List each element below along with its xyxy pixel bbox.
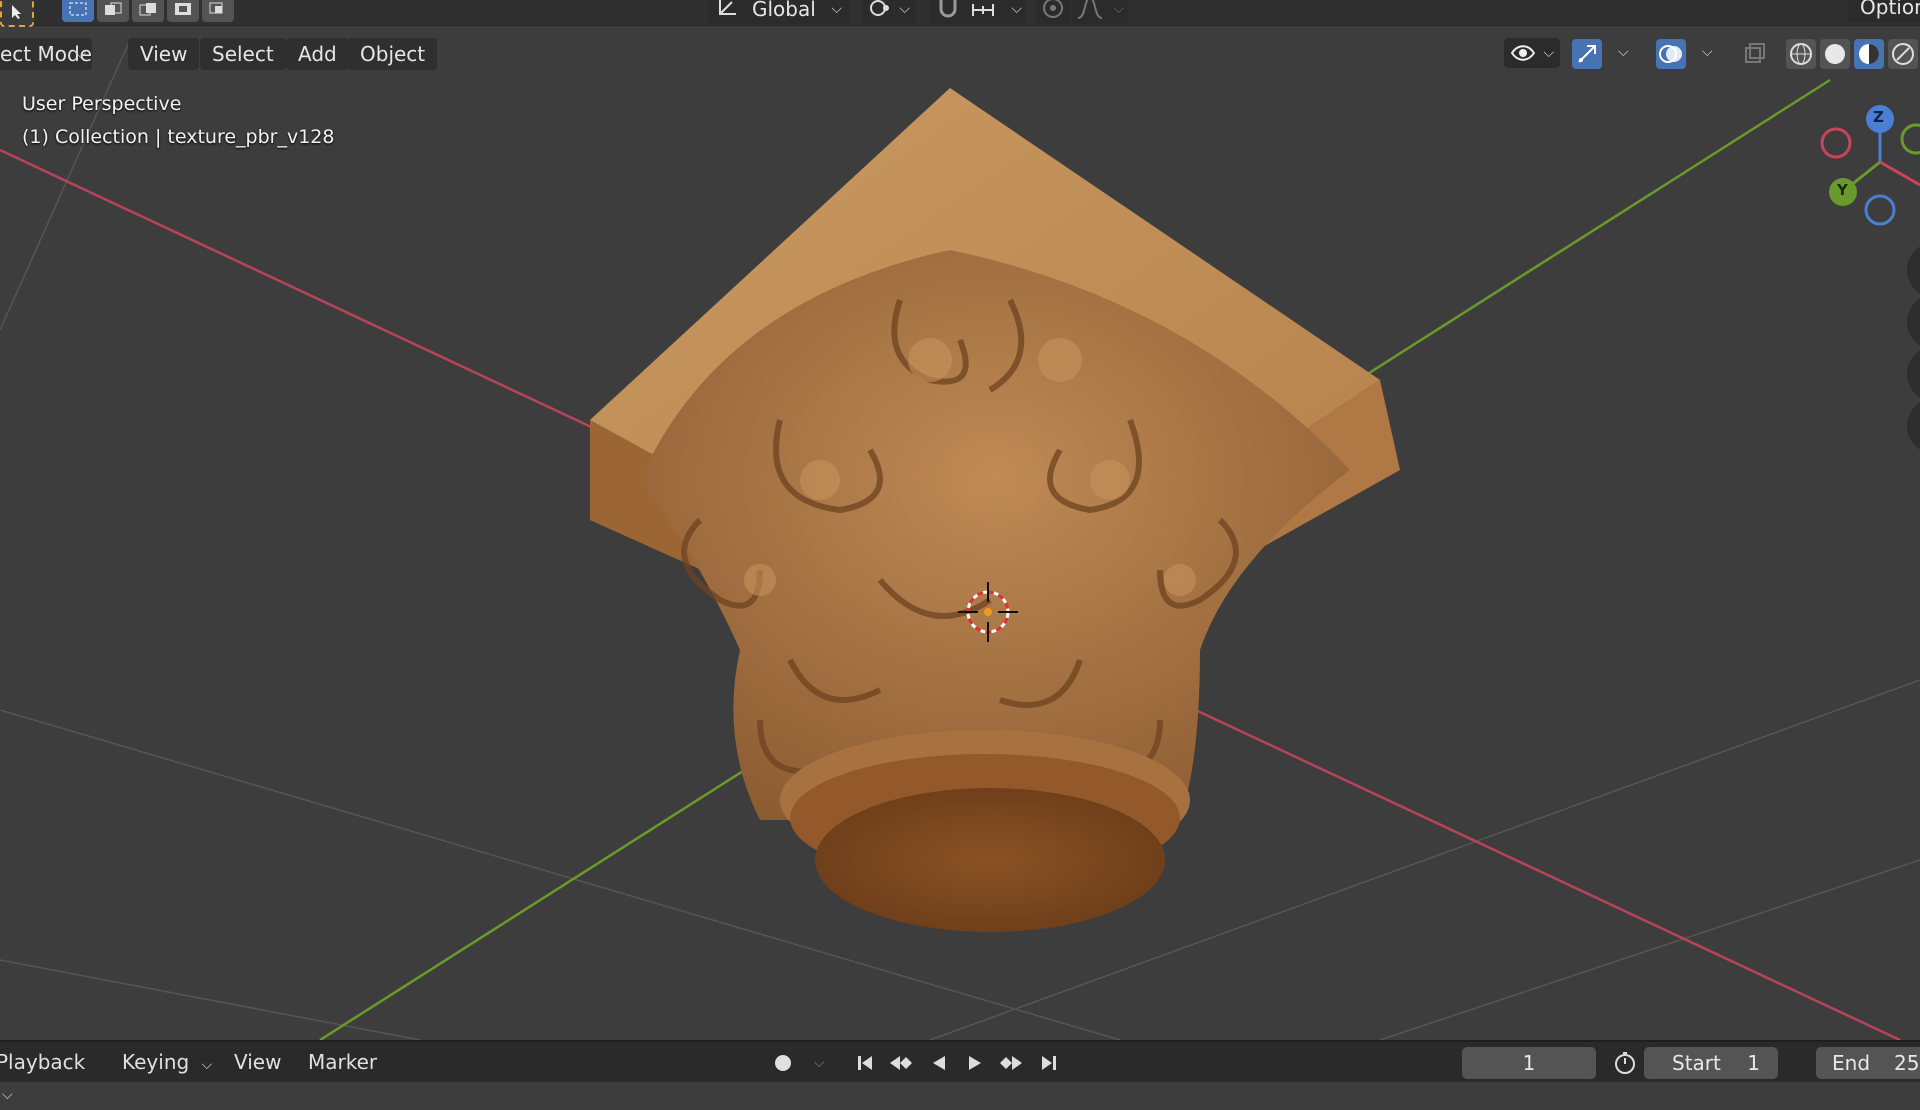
jump-to-keyframe-back-icon[interactable]: [886, 1050, 916, 1076]
perspective-label: User Perspective: [22, 93, 182, 115]
options-button[interactable]: Options: [1848, 0, 1920, 22]
start-label: Start: [1672, 1051, 1721, 1075]
playback-menu[interactable]: Playback ⌵: [0, 1047, 104, 1103]
play-reverse-icon[interactable]: [924, 1050, 954, 1076]
navigation-gizmo[interactable]: [1820, 105, 1920, 226]
options-label: Options: [1860, 0, 1920, 19]
jump-to-end-icon[interactable]: [1034, 1050, 1064, 1076]
end-value: 250: [1894, 1051, 1920, 1075]
pivot-point-dropdown[interactable]: ⌵: [862, 0, 916, 24]
mode-dropdown[interactable]: Object Mode ⌵: [0, 38, 92, 70]
transform-orientation-dropdown[interactable]: Global ⌵: [708, 0, 850, 24]
viewport-header: Object Mode ⌵ View Select Add Object ⌵ ⌵…: [0, 36, 1920, 70]
stopwatch-icon[interactable]: [1610, 1050, 1640, 1076]
viewport-canvas[interactable]: [0, 0, 1920, 1040]
snap-increment-icon: [970, 0, 996, 28]
chevron-down-icon: ⌵: [831, 1, 842, 17]
proportional-edit-toggle[interactable]: [1036, 0, 1070, 24]
visibility-dropdown[interactable]: ⌵: [1504, 38, 1560, 68]
chevron-down-icon: ⌵: [2, 1087, 13, 1103]
end-frame-field[interactable]: End 250: [1816, 1047, 1920, 1079]
gizmo-y-label: Y: [1837, 181, 1848, 199]
rendered-shading-icon[interactable]: [1888, 39, 1918, 69]
z-negative-axis-icon: [1864, 194, 1896, 226]
jump-to-start-icon[interactable]: [850, 1050, 880, 1076]
select-tool-icon[interactable]: [0, 0, 34, 27]
falloff-curve-icon: [1076, 0, 1104, 28]
x-axis-line: [0, 148, 1901, 1040]
top-toolbar: Global ⌵ ⌵ ⌵ ⌵ Options: [0, 0, 1920, 27]
select-subtract-icon[interactable]: [132, 0, 164, 22]
falloff-dropdown[interactable]: ⌵: [1072, 0, 1128, 24]
snap-toggle[interactable]: [930, 0, 966, 24]
wireframe-shading-icon[interactable]: [1786, 39, 1816, 69]
pivot-icon: [868, 0, 894, 28]
playback-label: Playback: [0, 1050, 86, 1074]
timeline-view-menu[interactable]: View: [234, 1047, 281, 1077]
auto-keying-icon[interactable]: [768, 1050, 798, 1076]
chevron-down-icon: ⌵: [201, 1057, 213, 1073]
eye-icon: [1510, 41, 1536, 73]
orientation-icon: [716, 0, 738, 28]
grid-lines: [0, 39, 1920, 1040]
play-icon[interactable]: [960, 1050, 990, 1076]
end-label: End: [1832, 1051, 1871, 1075]
select-intersect-icon[interactable]: [202, 0, 234, 22]
select-invert-icon[interactable]: [167, 0, 199, 22]
x-negative-axis-icon: [1820, 127, 1852, 159]
orientation-value: Global: [752, 0, 816, 21]
marker-menu[interactable]: Marker: [308, 1047, 377, 1077]
viewport-nav-buttons[interactable]: [1907, 242, 1920, 454]
current-frame-field[interactable]: 1: [1462, 1047, 1596, 1079]
chevron-down-icon: ⌵: [1113, 1, 1124, 17]
start-value: 1: [1747, 1051, 1760, 1075]
y-axis-line: [319, 78, 1831, 1040]
y-negative-axis-icon: [1900, 123, 1920, 155]
snap-target-dropdown[interactable]: ⌵: [966, 0, 1026, 24]
chevron-down-icon: ⌵: [899, 1, 910, 17]
chevron-down-icon: ⌵: [75, 46, 86, 62]
material-preview-shading-icon[interactable]: [1854, 39, 1884, 69]
chevron-down-icon[interactable]: ⌵: [1618, 44, 1629, 60]
view-menu[interactable]: View: [128, 38, 200, 70]
solid-shading-icon[interactable]: [1820, 39, 1850, 69]
keying-menu[interactable]: Keying ⌵: [122, 1047, 218, 1077]
select-menu[interactable]: Select: [200, 38, 286, 70]
add-menu[interactable]: Add: [286, 38, 349, 70]
object-menu[interactable]: Object: [348, 38, 438, 70]
select-extend-icon[interactable]: [97, 0, 129, 22]
current-frame-value: 1: [1522, 1051, 1536, 1075]
select-new-icon[interactable]: [62, 0, 94, 22]
chevron-down-icon[interactable]: ⌵: [1702, 44, 1713, 60]
keying-set-chevron-icon[interactable]: ⌵: [804, 1050, 834, 1076]
start-frame-field[interactable]: Start 1: [1644, 1047, 1778, 1079]
keying-label: Keying: [122, 1050, 190, 1074]
capital-model[interactable]: [590, 88, 1400, 932]
gizmo-toggle-icon[interactable]: [1572, 39, 1602, 69]
collection-label: (1) Collection | texture_pbr_v128: [22, 126, 335, 148]
chevron-down-icon: ⌵: [1543, 45, 1554, 61]
jump-to-keyframe-forward-icon[interactable]: [996, 1050, 1026, 1076]
3d-cursor[interactable]: [958, 582, 1018, 642]
chevron-down-icon: ⌵: [1011, 1, 1022, 17]
gizmo-z-label: Z: [1873, 108, 1884, 126]
timeline-header: Playback ⌵ Keying ⌵ View Marker ⌵ 1 Star…: [0, 1040, 1920, 1103]
magnet-icon: [936, 0, 960, 28]
proportional-edit-icon: [1041, 0, 1065, 28]
xray-toggle-icon[interactable]: [1740, 39, 1770, 69]
overlays-toggle-icon[interactable]: [1656, 39, 1686, 69]
